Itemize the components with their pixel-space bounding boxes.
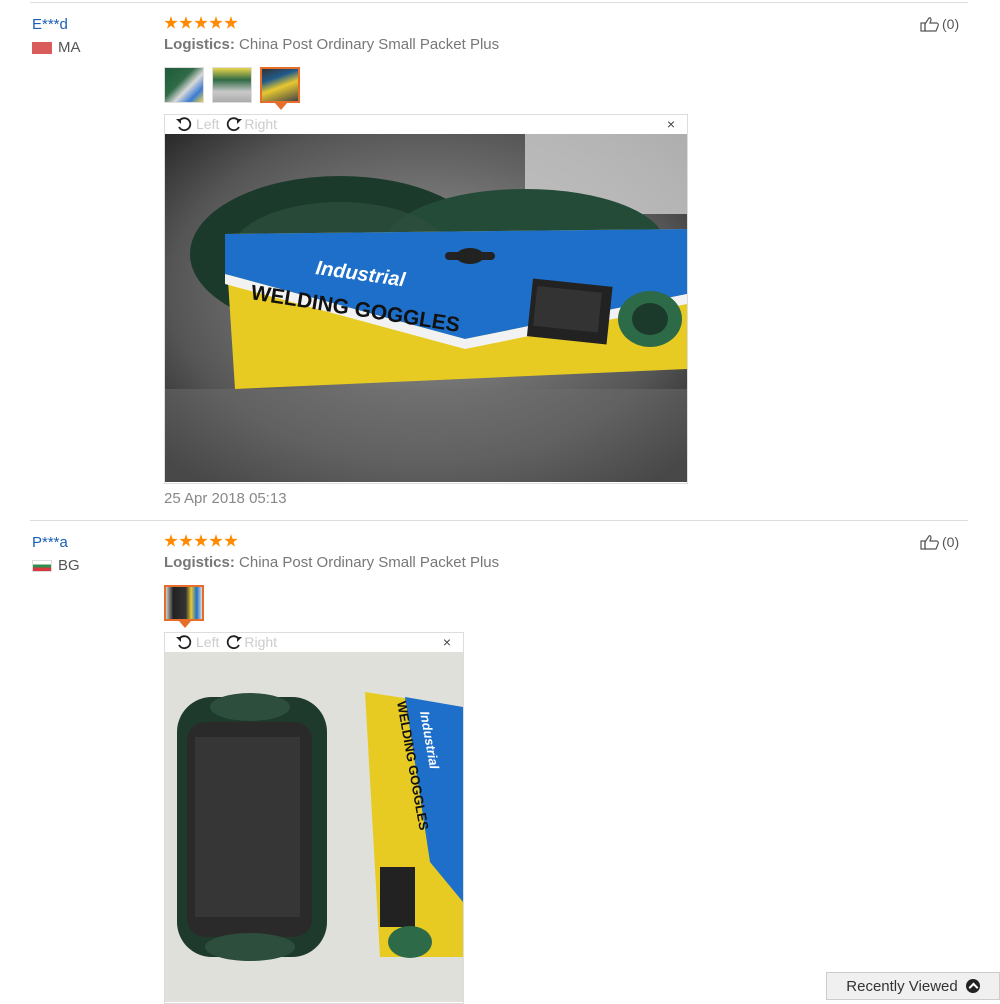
rotate-left-label: Left [196, 116, 220, 132]
helpful-count: (0) [942, 534, 960, 550]
rotate-right-button[interactable]: Right [223, 116, 277, 132]
reviewer-name[interactable]: E***d [32, 16, 81, 33]
star-icon [224, 534, 238, 547]
rotate-right-label: Right [244, 634, 278, 650]
photo-thumbnail[interactable] [164, 67, 204, 103]
photo-viewer: Left Right × Industrial WELDING GOGGLES [164, 632, 464, 1004]
thumbs-up-icon [920, 17, 939, 32]
logistics-info: Logistics: China Post Ordinary Small Pac… [164, 36, 499, 53]
star-icon [179, 534, 193, 547]
helpful-button[interactable]: (0) [920, 534, 959, 550]
chevron-up-icon [965, 979, 980, 993]
rotate-left-label: Left [196, 634, 220, 650]
rotate-left-icon [176, 117, 192, 132]
rating-stars [164, 534, 238, 548]
photo-viewer: Left Right × Industrial WELDING GOGGLES [164, 114, 688, 484]
star-icon [209, 534, 223, 547]
star-icon [164, 534, 178, 547]
logistics-value: China Post Ordinary Small Packet Plus [239, 554, 500, 571]
top-divider [30, 2, 968, 3]
reviewer-country: BG [32, 557, 80, 574]
photo-thumbnails [164, 67, 300, 110]
review-photo-image: Industrial WELDING GOGGLES [165, 652, 463, 1002]
review-photo: Industrial WELDING GOGGLES [165, 652, 463, 1002]
country-code: BG [58, 557, 80, 574]
star-icon [224, 16, 238, 29]
logistics-value: China Post Ordinary Small Packet Plus [239, 36, 500, 53]
viewer-toolbar: Left Right × [165, 633, 463, 651]
reviewer-info: P***a BG [32, 534, 80, 574]
helpful-button[interactable]: (0) [920, 16, 959, 32]
star-icon [194, 16, 208, 29]
rotate-right-icon [227, 635, 243, 650]
rotate-left-button[interactable]: Left [175, 116, 219, 132]
logistics-info: Logistics: China Post Ordinary Small Pac… [164, 554, 499, 571]
rotate-right-icon [227, 117, 243, 132]
review-photo-image: Industrial WELDING GOGGLES [165, 134, 687, 482]
viewer-toolbar: Left Right × [165, 115, 687, 133]
morocco-flag-icon [32, 41, 52, 54]
close-icon[interactable]: × [667, 116, 675, 132]
rotate-right-button[interactable]: Right [223, 634, 277, 650]
country-code: MA [58, 39, 81, 56]
reviewer-name[interactable]: P***a [32, 534, 80, 551]
photo-thumbnail-selected[interactable] [164, 585, 204, 628]
close-icon[interactable]: × [443, 634, 451, 650]
review-photo: Industrial WELDING GOGGLES [165, 134, 687, 482]
star-icon [209, 16, 223, 29]
review-date: 25 Apr 2018 05:13 [164, 490, 287, 507]
reviewer-info: E***d MA [32, 16, 81, 56]
star-icon [179, 16, 193, 29]
logistics-label: Logistics: [164, 554, 235, 571]
reviewer-country: MA [32, 39, 81, 56]
star-icon [164, 16, 178, 29]
photo-thumbnails [164, 585, 204, 628]
bulgaria-flag-icon [32, 559, 52, 572]
helpful-count: (0) [942, 16, 960, 32]
star-icon [194, 534, 208, 547]
recently-viewed-label: Recently Viewed [846, 977, 958, 995]
review-divider [30, 520, 968, 521]
photo-thumbnail[interactable] [212, 67, 252, 103]
rotate-right-label: Right [244, 116, 278, 132]
rotate-left-icon [176, 635, 192, 650]
thumbs-up-icon [920, 535, 939, 550]
rotate-left-button[interactable]: Left [175, 634, 219, 650]
rating-stars [164, 16, 238, 30]
recently-viewed-button[interactable]: Recently Viewed [826, 972, 1000, 1000]
logistics-label: Logistics: [164, 36, 235, 53]
photo-thumbnail-selected[interactable] [260, 67, 300, 110]
